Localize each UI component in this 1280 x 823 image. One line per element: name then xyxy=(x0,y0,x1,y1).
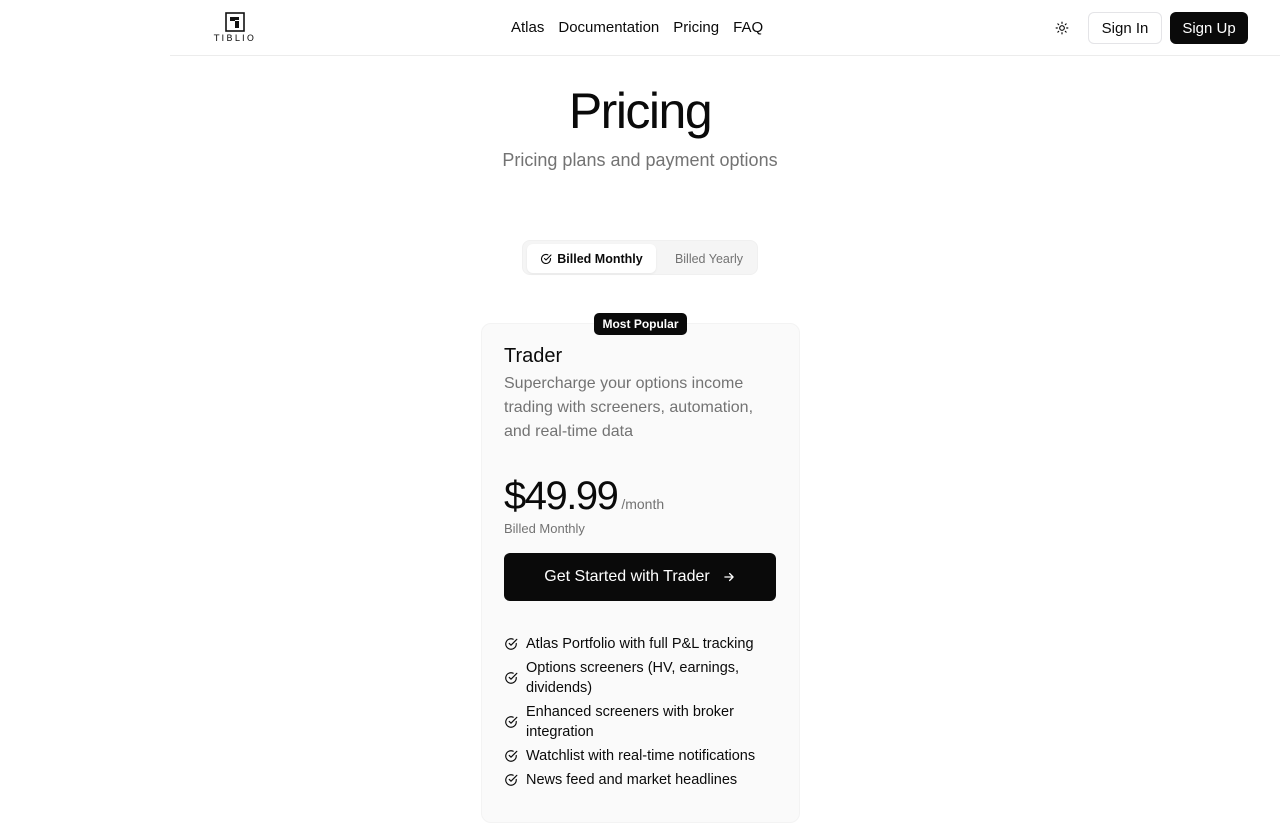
list-item: Options screeners (HV, earnings, dividen… xyxy=(504,658,776,698)
billing-toggle: Billed Monthly Billed Yearly xyxy=(522,240,758,275)
list-item: Watchlist with real-time notifications xyxy=(504,746,776,766)
feature-text: Enhanced screeners with broker integrati… xyxy=(526,704,734,740)
check-circle-icon xyxy=(505,774,518,786)
plan-period: /month xyxy=(621,496,665,512)
header-divider xyxy=(170,55,1280,56)
page-subtitle: Pricing plans and payment options xyxy=(502,150,778,170)
billing-yearly-option[interactable]: Billed Yearly xyxy=(663,244,755,273)
check-circle-icon xyxy=(541,253,552,264)
page-title: Pricing xyxy=(568,83,713,139)
cta-label: Get Started with Trader xyxy=(544,568,710,585)
logo[interactable]: TIBLIO xyxy=(210,12,260,46)
nav-pricing[interactable]: Pricing xyxy=(673,18,719,38)
plan-name: Trader xyxy=(504,345,563,367)
list-item: Atlas Portfolio with full P&L tracking xyxy=(504,634,776,654)
check-circle-icon xyxy=(505,638,518,650)
logo-mark-icon xyxy=(225,12,245,32)
plan-price: $49.99 xyxy=(504,474,619,518)
plan-description: Supercharge your options income trading … xyxy=(504,375,754,440)
arrow-right-icon xyxy=(723,572,734,582)
billing-monthly-option[interactable]: Billed Monthly xyxy=(527,244,656,273)
check-circle-icon xyxy=(505,716,518,728)
billing-monthly-label: Billed Monthly xyxy=(557,251,643,266)
most-popular-badge: Most Popular xyxy=(594,313,687,335)
price-row: $49.99 /month xyxy=(504,474,664,519)
nav-atlas[interactable]: Atlas xyxy=(511,18,544,38)
nav-documentation[interactable]: Documentation xyxy=(558,18,659,38)
check-circle-icon xyxy=(505,672,518,684)
theme-toggle-button[interactable] xyxy=(1050,16,1074,40)
get-started-button[interactable]: Get Started with Trader xyxy=(504,553,776,601)
feature-text: Options screeners (HV, earnings, dividen… xyxy=(526,660,740,696)
feature-text: Atlas Portfolio with full P&L tracking xyxy=(526,636,754,652)
feature-text: Watchlist with real-time notifications xyxy=(526,748,756,764)
list-item: News feed and market headlines xyxy=(504,770,776,790)
list-item: Enhanced screeners with broker integrati… xyxy=(504,702,776,742)
nav-faq[interactable]: FAQ xyxy=(733,18,763,38)
sign-in-button[interactable]: Sign In xyxy=(1088,12,1162,44)
billing-note: Billed Monthly xyxy=(504,521,585,536)
feature-list: Atlas Portfolio with full P&L tracking O… xyxy=(504,634,776,794)
check-circle-icon xyxy=(505,750,518,762)
logo-text: TIBLIO xyxy=(213,34,257,44)
sign-up-button[interactable]: Sign Up xyxy=(1170,12,1248,44)
site-header: TIBLIO Atlas Documentation Pricing FAQ S… xyxy=(0,0,1280,56)
sun-icon xyxy=(1055,21,1069,35)
main-nav: Atlas Documentation Pricing FAQ xyxy=(511,18,763,38)
feature-text: News feed and market headlines xyxy=(526,772,738,788)
